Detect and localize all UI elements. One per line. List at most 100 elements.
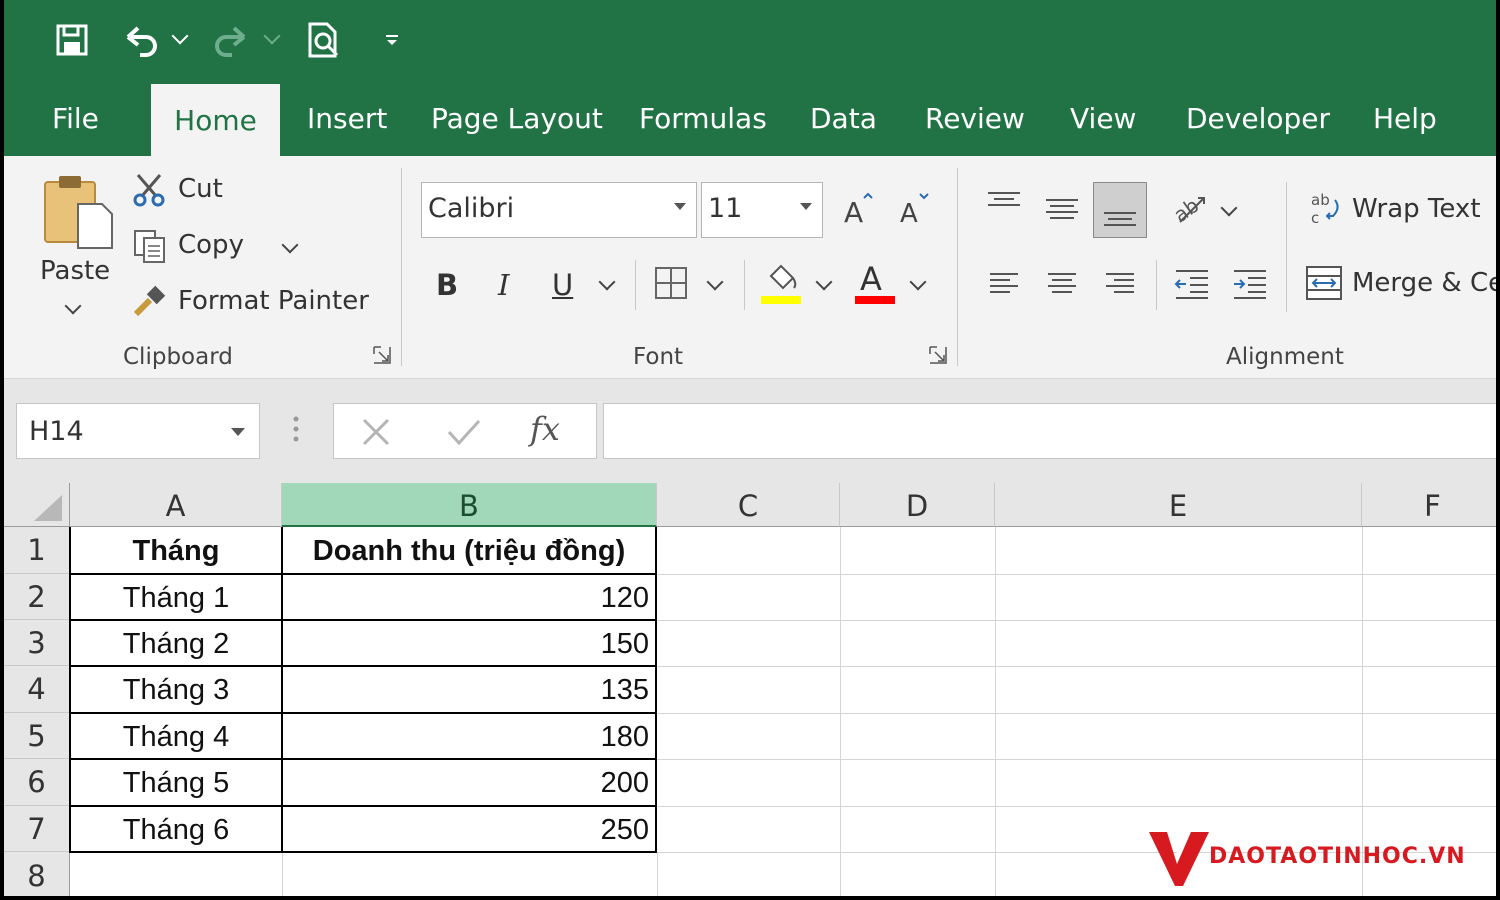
decrease-indent-icon[interactable]: [1174, 268, 1210, 305]
copy-dropdown-icon[interactable]: [281, 236, 299, 254]
font-color-dropdown-icon[interactable]: [909, 273, 927, 291]
tab-view[interactable]: View: [1070, 82, 1136, 156]
column-header-c[interactable]: C: [657, 483, 840, 527]
row-header-7[interactable]: 7: [4, 806, 70, 852]
column-header-a[interactable]: A: [70, 483, 282, 527]
underline-button[interactable]: U: [552, 268, 573, 302]
cell-b1[interactable]: Doanh thu (triệu đồng): [283, 529, 655, 573]
select-all-button[interactable]: [4, 483, 70, 527]
font-size-dropdown[interactable]: 11: [701, 182, 823, 238]
alignment-group-label: Alignment: [1226, 344, 1344, 370]
format-painter-button[interactable]: Format Painter: [178, 286, 369, 316]
gridline: [657, 852, 658, 896]
borders-dropdown-icon[interactable]: [706, 273, 724, 291]
cell-a7[interactable]: Tháng 6: [71, 807, 281, 851]
row-header-3[interactable]: 3: [4, 620, 70, 666]
cell-a2[interactable]: Tháng 1: [71, 575, 281, 619]
align-center-icon[interactable]: [1046, 270, 1078, 303]
borders-icon[interactable]: [654, 266, 688, 305]
cell-b3[interactable]: 150: [283, 621, 649, 665]
cell-b4[interactable]: 135: [283, 667, 649, 712]
paste-button[interactable]: Paste: [40, 256, 110, 286]
name-box[interactable]: H14: [16, 403, 260, 459]
print-preview-icon[interactable]: [302, 20, 346, 60]
merge-center-icon: [1305, 264, 1343, 307]
tab-page-layout[interactable]: Page Layout: [431, 82, 603, 156]
cell-a4[interactable]: Tháng 3: [71, 667, 281, 712]
increase-font-size-icon[interactable]: A: [842, 192, 876, 231]
cell-a1[interactable]: Tháng: [71, 529, 281, 573]
undo-icon[interactable]: [118, 20, 162, 60]
undo-dropdown-icon[interactable]: [171, 27, 189, 45]
orientation-dropdown-icon[interactable]: [1220, 199, 1238, 217]
cell-a6[interactable]: Tháng 5: [71, 760, 281, 805]
tab-home[interactable]: Home: [151, 84, 280, 156]
save-icon[interactable]: [50, 20, 94, 60]
cell-a5[interactable]: Tháng 4: [71, 714, 281, 758]
wrap-text-button[interactable]: Wrap Text: [1352, 194, 1481, 224]
copy-button[interactable]: Copy: [178, 230, 244, 260]
underline-dropdown-icon[interactable]: [598, 273, 616, 291]
bottom-align-icon[interactable]: [1093, 182, 1147, 238]
font-separator: [635, 260, 636, 310]
fill-color-dropdown-icon[interactable]: [815, 273, 833, 291]
paste-dropdown-icon[interactable]: [64, 297, 82, 315]
paste-icon[interactable]: [40, 174, 116, 255]
column-header-b[interactable]: B: [282, 483, 657, 527]
enter-icon[interactable]: [446, 416, 482, 453]
ribbon-separator: [1286, 182, 1287, 312]
cancel-icon[interactable]: [360, 416, 392, 453]
top-align-icon[interactable]: [986, 190, 1022, 225]
tab-review[interactable]: Review: [925, 82, 1025, 156]
cell-b6[interactable]: 200: [283, 760, 649, 805]
alignment-separator: [1156, 260, 1157, 310]
font-name-dropdown[interactable]: Calibri: [421, 182, 697, 238]
watermark-logo: DAOTAOTINHOC.VN: [1147, 828, 1487, 888]
font-group-label: Font: [633, 344, 684, 370]
cell-b2[interactable]: 120: [283, 575, 649, 619]
row-header-2[interactable]: 2: [4, 574, 70, 620]
tab-file[interactable]: File: [52, 82, 99, 156]
align-right-icon[interactable]: [1104, 270, 1136, 303]
excel-window: File Home Insert Page Layout Formulas Da…: [0, 0, 1500, 900]
font-color-icon[interactable]: A: [855, 260, 895, 309]
middle-align-icon[interactable]: [1044, 190, 1080, 231]
tab-formulas[interactable]: Formulas: [639, 82, 767, 156]
column-header-d[interactable]: D: [840, 483, 995, 527]
clipboard-launcher-icon[interactable]: [373, 346, 391, 364]
tab-data[interactable]: Data: [810, 82, 877, 156]
cell-a3[interactable]: Tháng 2: [71, 621, 281, 665]
font-name-value: Calibri: [428, 193, 515, 224]
formula-bar-grip-icon[interactable]: [292, 415, 300, 450]
align-left-icon[interactable]: [988, 270, 1020, 303]
cut-icon: [132, 172, 166, 213]
decrease-font-size-icon[interactable]: A: [898, 192, 932, 231]
cell-b5[interactable]: 180: [283, 714, 649, 758]
increase-indent-icon[interactable]: [1232, 268, 1268, 305]
row-header-8[interactable]: 8: [4, 852, 70, 896]
column-header-f[interactable]: F: [1362, 483, 1496, 527]
bold-button[interactable]: B: [436, 268, 458, 302]
logo-icon: [1149, 832, 1209, 886]
row-header-6[interactable]: 6: [4, 759, 70, 806]
cut-button[interactable]: Cut: [178, 174, 223, 204]
customize-qat-icon[interactable]: [380, 20, 404, 60]
cell-b7[interactable]: 250: [283, 807, 649, 851]
chevron-down-icon: [674, 203, 686, 210]
column-header-e[interactable]: E: [995, 483, 1362, 527]
orientation-icon[interactable]: ab: [1169, 188, 1212, 233]
tab-developer[interactable]: Developer: [1186, 82, 1330, 156]
merge-center-button[interactable]: Merge & Ce: [1352, 268, 1496, 298]
fill-color-icon[interactable]: [761, 262, 801, 309]
quick-access-toolbar: [4, 0, 1496, 82]
svg-text:A: A: [844, 196, 863, 226]
formula-input[interactable]: [603, 403, 1496, 459]
row-header-1[interactable]: 1: [4, 527, 70, 574]
font-launcher-icon[interactable]: [929, 346, 947, 364]
tab-insert[interactable]: Insert: [307, 82, 387, 156]
insert-function-button[interactable]: fx: [530, 410, 560, 448]
italic-button[interactable]: I: [498, 268, 509, 302]
tab-help[interactable]: Help: [1373, 82, 1437, 156]
row-header-5[interactable]: 5: [4, 713, 70, 759]
row-header-4[interactable]: 4: [4, 666, 70, 713]
